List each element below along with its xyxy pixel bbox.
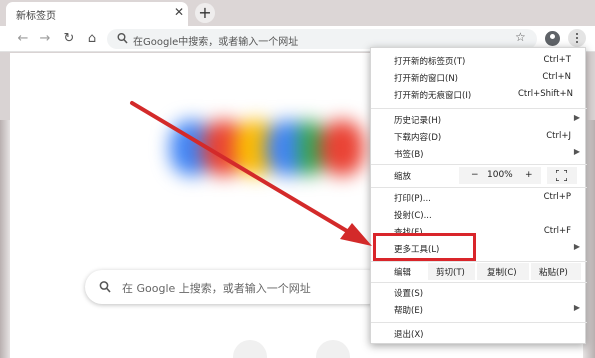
menu-item-exit[interactable]: 退出(X) <box>371 326 587 343</box>
paste-button[interactable]: 粘贴(P) <box>531 263 581 280</box>
menu-divider <box>371 282 587 283</box>
window-edge-left <box>0 120 10 358</box>
zoom-controls: − 100% + <box>459 167 541 184</box>
menu-item-shortcut: Ctrl+J <box>546 131 571 141</box>
menu-kebab-icon[interactable] <box>568 29 586 47</box>
menu-item-history[interactable]: 历史记录(H) ▶ <box>371 112 587 129</box>
chrome-menu: 打开新的标签页(T) Ctrl+T 打开新的窗口(N) Ctrl+N 打开新的无… <box>370 47 587 344</box>
menu-divider <box>371 187 587 188</box>
submenu-arrow-icon: ▶ <box>573 303 580 312</box>
tab-strip: 新标签页 ✕ + <box>0 0 595 26</box>
menu-divider <box>371 164 587 165</box>
menu-item-shortcut: Ctrl+F <box>543 226 571 236</box>
zoom-label: 缩放 <box>394 172 412 182</box>
google-search-box[interactable]: 在 Google 上搜索，或者输入一个网址 <box>85 270 385 304</box>
zoom-in-button[interactable]: + <box>525 170 533 180</box>
submenu-arrow-icon: ▶ <box>573 242 580 251</box>
menu-item-shortcut: Ctrl+T <box>543 55 571 65</box>
menu-item-label: 打开新的标签页(T) <box>394 57 466 67</box>
copy-button[interactable]: 复制(C) <box>477 263 529 280</box>
highlight-box <box>373 233 476 261</box>
fullscreen-icon <box>556 170 567 181</box>
tab-new-tab[interactable]: 新标签页 ✕ <box>6 2 188 26</box>
menu-item-label: 投射(C)... <box>394 211 432 221</box>
menu-item-label: 打开新的窗口(N) <box>394 74 458 84</box>
menu-item-label: 帮助(E) <box>394 306 424 316</box>
menu-item-shortcut: Ctrl+Shift+N <box>517 89 573 99</box>
google-logo <box>170 110 380 190</box>
omnibox-placeholder: 在Google中搜索，或者输入一个网址 <box>133 37 299 48</box>
cut-button[interactable]: 剪切(T) <box>428 263 475 280</box>
submenu-arrow-icon: ▶ <box>573 113 580 122</box>
reload-icon[interactable]: ↻ <box>60 30 78 48</box>
menu-item-label: 设置(S) <box>394 289 424 299</box>
search-icon <box>117 33 128 44</box>
close-icon[interactable]: ✕ <box>172 5 186 19</box>
search-icon <box>99 281 111 293</box>
zoom-out-button[interactable]: − <box>471 170 479 180</box>
star-icon[interactable]: ☆ <box>515 30 526 44</box>
menu-item-new-tab[interactable]: 打开新的标签页(T) Ctrl+T <box>371 53 587 70</box>
menu-item-label: 书签(B) <box>394 150 424 160</box>
browser-window: 新标签页 ✕ + ← → ↻ ⌂ 在Google中搜索，或者输入一个网址 ☆ 在… <box>0 0 595 358</box>
omnibox[interactable]: 在Google中搜索，或者输入一个网址 <box>107 29 537 49</box>
new-tab-button[interactable]: + <box>195 3 215 23</box>
menu-zoom-row: 缩放 − 100% + <box>371 166 587 186</box>
menu-item-shortcut: Ctrl+N <box>542 72 571 82</box>
paste-label: 粘贴(P) <box>539 268 568 278</box>
menu-item-bookmarks[interactable]: 书签(B) ▶ <box>371 146 587 163</box>
menu-item-new-window[interactable]: 打开新的窗口(N) Ctrl+N <box>371 70 587 87</box>
cut-label: 剪切(T) <box>436 268 465 278</box>
menu-item-cast[interactable]: 投射(C)... <box>371 207 587 224</box>
zoom-level: 100% <box>487 170 513 180</box>
menu-item-label: 打印(P)... <box>394 194 431 204</box>
menu-item-help[interactable]: 帮助(E) ▶ <box>371 302 587 319</box>
menu-item-label: 退出(X) <box>394 330 424 340</box>
account-icon[interactable] <box>545 31 560 46</box>
home-icon[interactable]: ⌂ <box>83 30 101 48</box>
menu-item-settings[interactable]: 设置(S) <box>371 285 587 302</box>
menu-item-downloads[interactable]: 下载内容(D) Ctrl+J <box>371 129 587 146</box>
menu-divider <box>371 108 587 109</box>
back-icon[interactable]: ← <box>14 30 32 48</box>
menu-item-shortcut: Ctrl+P <box>543 192 571 202</box>
menu-item-label: 下载内容(D) <box>394 133 442 143</box>
menu-item-label: 历史记录(H) <box>394 116 442 126</box>
menu-edit-row: 编辑 剪切(T) 复制(C) 粘贴(P) <box>371 263 587 280</box>
menu-divider <box>371 322 587 323</box>
copy-label: 复制(C) <box>487 268 517 278</box>
tab-title: 新标签页 <box>16 11 56 22</box>
submenu-arrow-icon: ▶ <box>573 147 580 156</box>
menu-item-new-incognito[interactable]: 打开新的无痕窗口(I) Ctrl+Shift+N <box>371 87 587 104</box>
edit-label: 编辑 <box>394 268 412 278</box>
forward-icon[interactable]: → <box>36 30 54 48</box>
menu-divider <box>371 261 587 262</box>
menu-item-label: 打开新的无痕窗口(I) <box>394 91 472 101</box>
menu-item-print[interactable]: 打印(P)... Ctrl+P <box>371 190 587 207</box>
fullscreen-button[interactable] <box>547 167 577 184</box>
google-search-placeholder: 在 Google 上搜索，或者输入一个网址 <box>122 282 311 295</box>
